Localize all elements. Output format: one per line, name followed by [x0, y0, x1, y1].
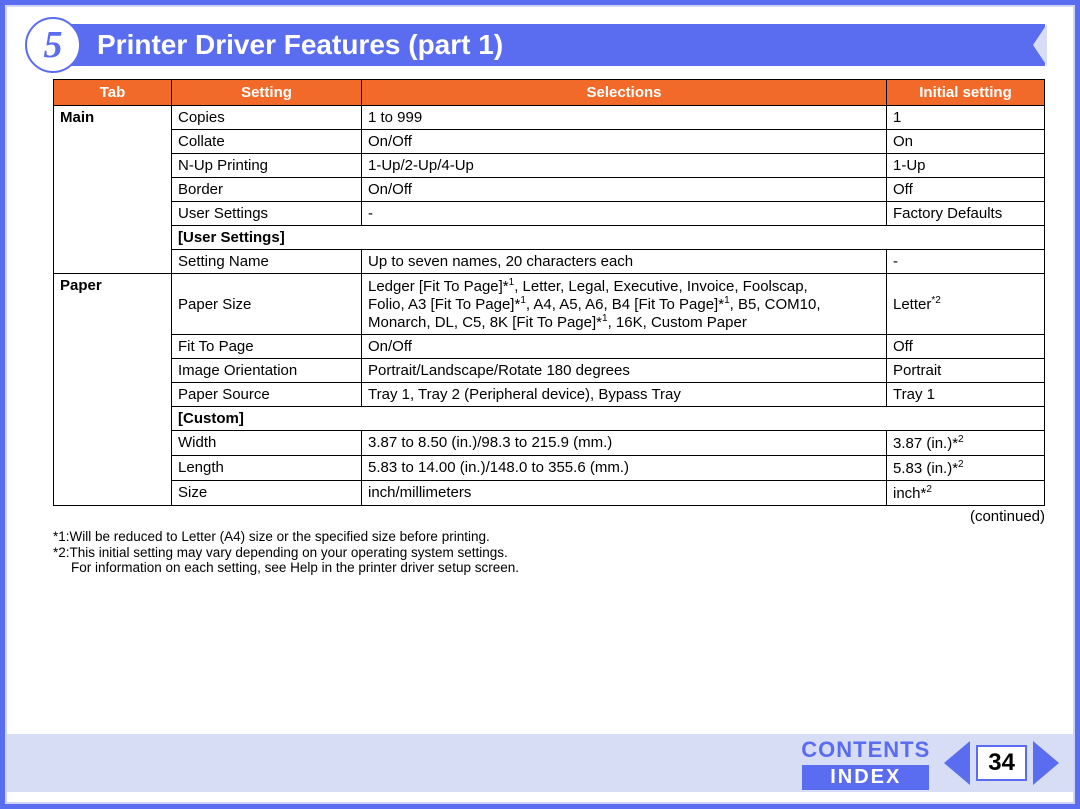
- page-number: 34: [976, 745, 1027, 781]
- cell-selections: 3.87 to 8.50 (in.)/98.3 to 215.9 (mm.): [362, 431, 887, 456]
- cell-initial: 3.87 (in.)*2: [887, 431, 1045, 456]
- footnote-1: *1:Will be reduced to Letter (A4) size o…: [53, 529, 1045, 545]
- cell-setting: Paper Source: [172, 383, 362, 407]
- footnote-2: *2:This initial setting may vary dependi…: [53, 545, 1045, 561]
- user-settings-subheader: [User Settings]: [172, 226, 1045, 250]
- tab-paper-label: Paper: [54, 274, 172, 506]
- th-setting: Setting: [172, 80, 362, 106]
- chapter-circle: 5: [25, 17, 81, 73]
- cell-selections: Up to seven names, 20 characters each: [362, 250, 887, 274]
- cell-setting: Setting Name: [172, 250, 362, 274]
- footnotes: *1:Will be reduced to Letter (A4) size o…: [53, 529, 1045, 576]
- cell-selections: 1 to 999: [362, 106, 887, 130]
- table-row: Border On/Off Off: [54, 178, 1045, 202]
- table-row: Size inch/millimeters inch*2: [54, 481, 1045, 506]
- tab-main-label: Main: [54, 106, 172, 274]
- cell-initial: Off: [887, 335, 1045, 359]
- content-area: Tab Setting Selections Initial setting M…: [53, 79, 1045, 576]
- table-row: [User Settings]: [54, 226, 1045, 250]
- table-row: Fit To Page On/Off Off: [54, 335, 1045, 359]
- custom-subheader: [Custom]: [172, 407, 1045, 431]
- cell-setting: Width: [172, 431, 362, 456]
- cell-setting: User Settings: [172, 202, 362, 226]
- cell-initial: Off: [887, 178, 1045, 202]
- cell-selections: On/Off: [362, 335, 887, 359]
- cell-setting: Paper Size: [172, 274, 362, 335]
- table-row: Width 3.87 to 8.50 (in.)/98.3 to 215.9 (…: [54, 431, 1045, 456]
- table-header-row: Tab Setting Selections Initial setting: [54, 80, 1045, 106]
- table-row: Setting Name Up to seven names, 20 chara…: [54, 250, 1045, 274]
- cell-selections: Ledger [Fit To Page]*1, Letter, Legal, E…: [362, 274, 887, 335]
- th-selections: Selections: [362, 80, 887, 106]
- cell-setting: N-Up Printing: [172, 154, 362, 178]
- cell-initial: 1: [887, 106, 1045, 130]
- cell-initial: 1-Up: [887, 154, 1045, 178]
- title-strip: Printer Driver Features (part 1): [53, 24, 1045, 66]
- page-title: Printer Driver Features (part 1): [97, 29, 503, 61]
- cell-initial: -: [887, 250, 1045, 274]
- cell-setting: Copies: [172, 106, 362, 130]
- features-table: Tab Setting Selections Initial setting M…: [53, 79, 1045, 506]
- cell-selections: On/Off: [362, 178, 887, 202]
- table-row: Collate On/Off On: [54, 130, 1045, 154]
- th-tab: Tab: [54, 80, 172, 106]
- prev-page-icon[interactable]: [944, 741, 970, 785]
- cell-setting: Fit To Page: [172, 335, 362, 359]
- table-row: Paper Source Tray 1, Tray 2 (Peripheral …: [54, 383, 1045, 407]
- cell-setting: Collate: [172, 130, 362, 154]
- table-row: Image Orientation Portrait/Landscape/Rot…: [54, 359, 1045, 383]
- cell-initial: 5.83 (in.)*2: [887, 456, 1045, 481]
- footer-links: CONTENTS INDEX: [801, 737, 930, 790]
- cell-selections: -: [362, 202, 887, 226]
- title-end-decor: [1033, 24, 1047, 66]
- cell-initial: On: [887, 130, 1045, 154]
- table-row: N-Up Printing 1-Up/2-Up/4-Up 1-Up: [54, 154, 1045, 178]
- index-link[interactable]: INDEX: [802, 765, 929, 790]
- table-row: Paper Paper Size Ledger [Fit To Page]*1,…: [54, 274, 1045, 335]
- title-bar: 5 Printer Driver Features (part 1): [25, 21, 1045, 69]
- cell-initial: Portrait: [887, 359, 1045, 383]
- cell-selections: 1-Up/2-Up/4-Up: [362, 154, 887, 178]
- cell-selections: inch/millimeters: [362, 481, 887, 506]
- next-page-icon[interactable]: [1033, 741, 1059, 785]
- table-row: User Settings - Factory Defaults: [54, 202, 1045, 226]
- cell-setting: Size: [172, 481, 362, 506]
- footer-bar: CONTENTS INDEX 34: [7, 734, 1073, 792]
- cell-selections: Portrait/Landscape/Rotate 180 degrees: [362, 359, 887, 383]
- th-initial: Initial setting: [887, 80, 1045, 106]
- cell-selections: 5.83 to 14.00 (in.)/148.0 to 355.6 (mm.): [362, 456, 887, 481]
- cell-setting: Border: [172, 178, 362, 202]
- cell-setting: Image Orientation: [172, 359, 362, 383]
- footnote-3: For information on each setting, see Hel…: [53, 560, 1045, 576]
- chapter-number: 5: [44, 23, 63, 67]
- cell-initial: inch*2: [887, 481, 1045, 506]
- table-row: Main Copies 1 to 999 1: [54, 106, 1045, 130]
- cell-selections: On/Off: [362, 130, 887, 154]
- cell-setting: Length: [172, 456, 362, 481]
- cell-initial: Factory Defaults: [887, 202, 1045, 226]
- table-row: Length 5.83 to 14.00 (in.)/148.0 to 355.…: [54, 456, 1045, 481]
- table-row: [Custom]: [54, 407, 1045, 431]
- cell-initial: Letter*2: [887, 274, 1045, 335]
- cell-selections: Tray 1, Tray 2 (Peripheral device), Bypa…: [362, 383, 887, 407]
- contents-link[interactable]: CONTENTS: [801, 737, 930, 763]
- cell-initial: Tray 1: [887, 383, 1045, 407]
- continued-label: (continued): [53, 506, 1045, 525]
